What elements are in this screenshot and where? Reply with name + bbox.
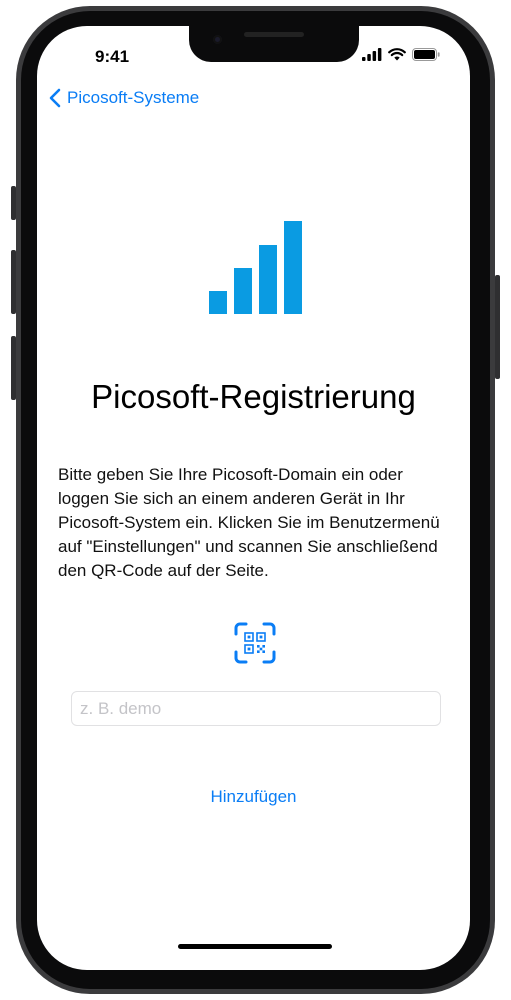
qr-code-scan-icon [234, 622, 276, 664]
power-button [495, 275, 500, 379]
cellular-signal-icon [362, 48, 382, 61]
status-time: 9:41 [95, 47, 130, 66]
notch [189, 26, 359, 62]
signal-bars-icon [209, 221, 302, 314]
volume-down-button [11, 336, 16, 400]
battery-icon [412, 48, 440, 61]
front-camera [213, 35, 222, 44]
add-button[interactable]: Hinzufügen [37, 787, 470, 807]
home-indicator[interactable] [178, 944, 332, 949]
qr-scan-button[interactable] [233, 621, 277, 665]
back-button[interactable]: Picosoft-Systeme [49, 88, 199, 108]
phone-frame: 9:41 Picosoft-Systeme Picosoft-Registrie… [16, 6, 495, 994]
wifi-icon [388, 48, 406, 61]
domain-input[interactable] [71, 691, 441, 726]
chevron-left-icon [49, 88, 61, 108]
volume-up-button [11, 250, 16, 314]
back-button-label: Picosoft-Systeme [67, 88, 200, 107]
status-icons [362, 48, 440, 61]
page-title: Picosoft-Registrierung [91, 378, 416, 415]
earpiece-speaker [244, 32, 304, 37]
instructions-text: Bitte geben Sie Ihre Picosoft-Domain ein… [58, 465, 440, 580]
screen: 9:41 Picosoft-Systeme Picosoft-Registrie… [37, 26, 470, 970]
mute-switch [11, 186, 16, 220]
